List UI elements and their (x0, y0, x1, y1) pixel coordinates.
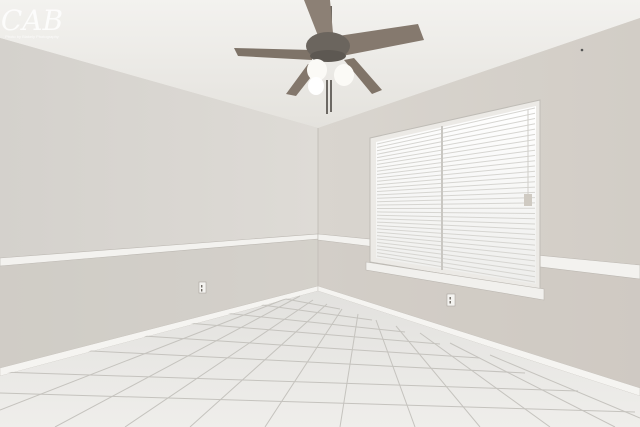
room-illustration (0, 0, 640, 427)
outlet-left (198, 281, 207, 294)
ceiling-dot (580, 48, 584, 52)
fan-light-right (334, 64, 354, 86)
watermark-credit-text: Photo by Blakely Photography (5, 34, 59, 39)
blind-wand-end (524, 194, 532, 206)
outlet-right (446, 293, 456, 307)
fan-light-center (308, 77, 324, 95)
room-photo: CAB Photo by Blakely Photography (0, 0, 640, 427)
watermark-logo: CAB Photo by Blakely Photography (1, 4, 63, 39)
watermark-logo-text: CAB (1, 4, 63, 37)
